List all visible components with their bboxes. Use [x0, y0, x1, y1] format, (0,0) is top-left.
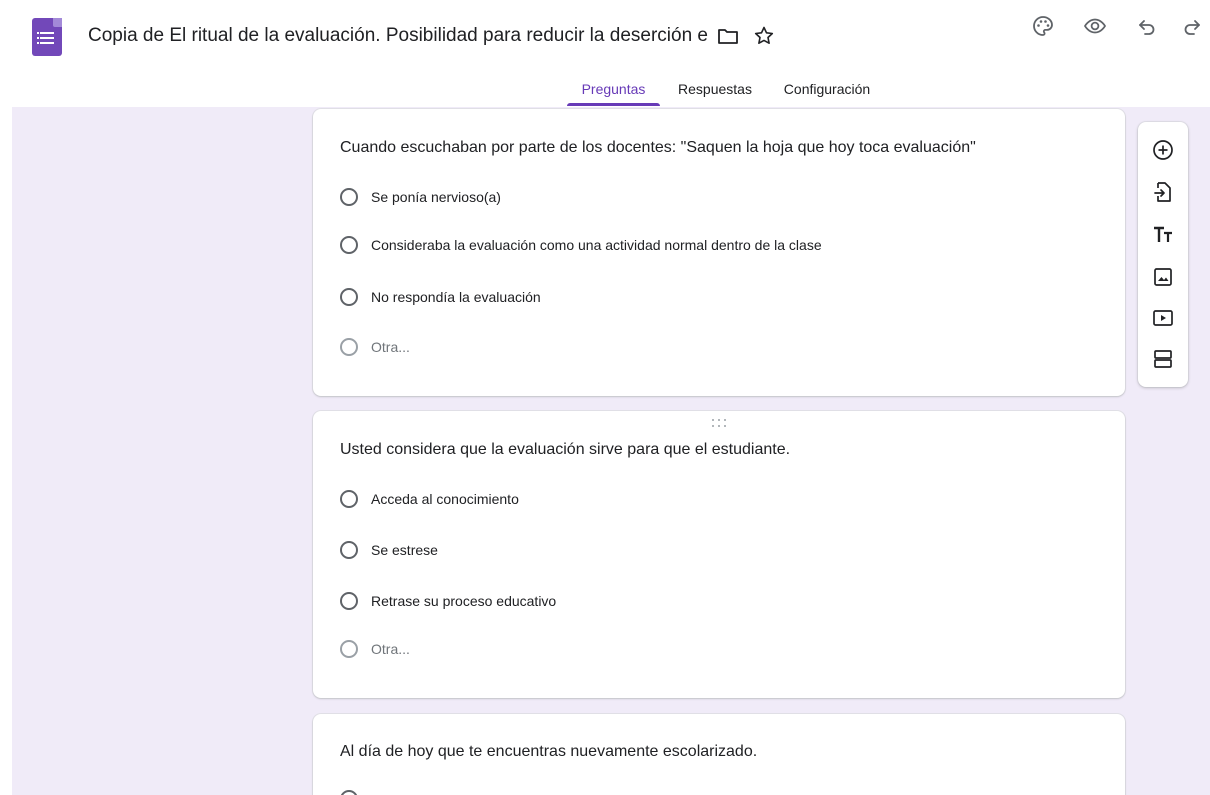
palette-icon[interactable]: [1031, 14, 1055, 38]
question-title[interactable]: Usted considera que la evaluación sirve …: [340, 439, 790, 461]
add-image-icon[interactable]: [1151, 265, 1175, 289]
app-header: Copia de El ritual de la evaluación. Pos…: [0, 0, 1210, 107]
radio-button[interactable]: [340, 790, 358, 795]
option-label: Acceda al conocimiento: [371, 491, 519, 507]
option-label: No respondía la evaluación: [371, 289, 541, 305]
radio-button[interactable]: [340, 188, 358, 206]
add-video-icon[interactable]: [1151, 306, 1175, 330]
question-title[interactable]: Al día de hoy que te encuentras nuevamen…: [340, 741, 757, 763]
add-section-icon[interactable]: [1151, 347, 1175, 371]
google-forms-icon[interactable]: [32, 18, 62, 56]
add-question-icon[interactable]: [1151, 138, 1175, 162]
folder-icon[interactable]: [716, 24, 740, 48]
radio-button[interactable]: [340, 288, 358, 306]
question-card[interactable]: Cuando escuchaban por parte de los docen…: [313, 109, 1125, 396]
document-title[interactable]: Copia de El ritual de la evaluación. Pos…: [88, 22, 708, 50]
radio-button[interactable]: [340, 338, 358, 356]
radio-button[interactable]: [340, 640, 358, 658]
star-icon[interactable]: [752, 24, 776, 48]
drag-handle-icon[interactable]: [710, 419, 728, 429]
tab-configuracion[interactable]: Configuración: [772, 79, 882, 107]
form-editor-canvas: Cuando escuchaban por parte de los docen…: [12, 107, 1210, 795]
option-label: Consideraba la evaluación como una activ…: [371, 237, 822, 253]
option-label: Se ponía nervioso(a): [371, 189, 501, 205]
floating-toolbar: [1138, 122, 1188, 387]
add-title-icon[interactable]: [1151, 223, 1175, 247]
question-card[interactable]: Usted considera que la evaluación sirve …: [313, 411, 1125, 698]
other-option-label: Otra...: [371, 339, 410, 355]
question-title[interactable]: Cuando escuchaban por parte de los docen…: [340, 137, 976, 159]
active-tab-indicator: [567, 103, 660, 106]
eye-icon[interactable]: [1083, 14, 1107, 38]
form-tabs: Preguntas Respuestas Configuración: [0, 75, 1210, 107]
import-questions-icon[interactable]: [1151, 180, 1175, 204]
question-card[interactable]: Al día de hoy que te encuentras nuevamen…: [313, 714, 1125, 795]
option-label: Retrase su proceso educativo: [371, 593, 557, 609]
redo-icon[interactable]: [1180, 14, 1204, 38]
other-option-label: Otra...: [371, 641, 410, 657]
radio-button[interactable]: [340, 490, 358, 508]
radio-button[interactable]: [340, 541, 358, 559]
radio-button[interactable]: [340, 236, 358, 254]
undo-icon[interactable]: [1135, 14, 1159, 38]
option-label: Se estrese: [371, 542, 438, 558]
tab-respuestas[interactable]: Respuestas: [668, 79, 762, 107]
radio-button[interactable]: [340, 592, 358, 610]
